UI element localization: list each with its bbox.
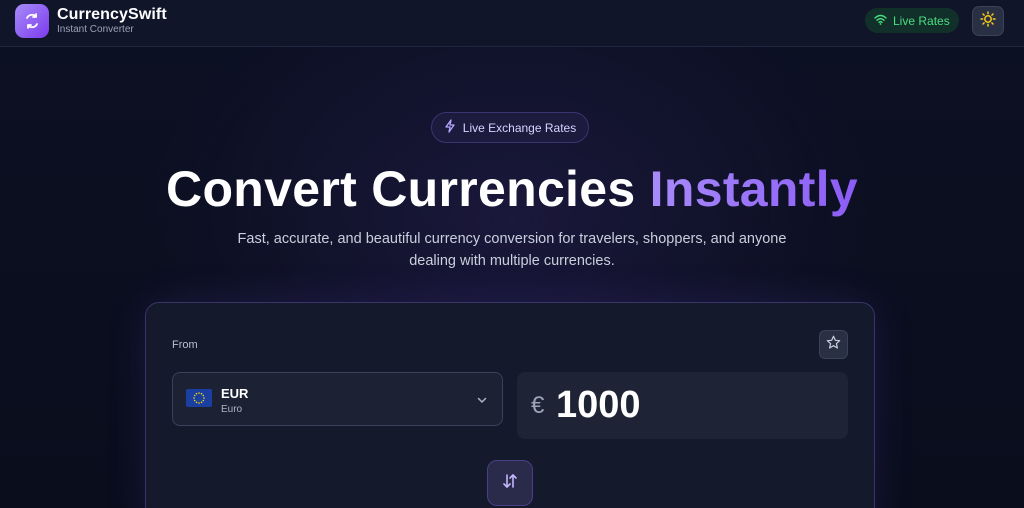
live-rates-indicator[interactable]: Live Rates	[865, 8, 959, 33]
currency-symbol: €	[531, 392, 545, 419]
page-headline: Convert Currencies Instantly	[0, 160, 1024, 218]
wifi-icon	[874, 14, 887, 28]
swap-currencies-button[interactable]	[487, 460, 533, 506]
amount-input[interactable]: € 1000	[517, 372, 848, 439]
lightning-icon	[444, 119, 456, 136]
amount-value[interactable]: 1000	[556, 384, 641, 427]
from-currency-select[interactable]: EUR Euro	[172, 372, 503, 426]
swap-vertical-icon	[501, 472, 519, 495]
brand-name[interactable]: CurrencySwift	[57, 6, 167, 24]
live-rates-label: Live Rates	[893, 13, 950, 28]
headline-main: Convert Currencies	[166, 161, 650, 217]
sun-icon	[980, 10, 996, 32]
eu-flag-icon	[186, 389, 212, 407]
from-label: From	[172, 339, 198, 351]
from-currency-name: Euro	[221, 404, 243, 415]
converter-card: From EUR Euro € 1000	[145, 302, 875, 508]
theme-toggle-button[interactable]	[972, 6, 1004, 36]
badge-label: Live Exchange Rates	[462, 120, 577, 135]
hero-subtitle: Fast, accurate, and beautiful currency c…	[237, 231, 787, 269]
star-icon	[826, 335, 841, 355]
chevron-down-icon	[476, 393, 488, 411]
top-navigation-bar: CurrencySwift Instant Converter Live Rat…	[0, 0, 1024, 47]
currency-exchange-icon[interactable]	[15, 4, 49, 38]
brand-subtitle: Instant Converter	[57, 24, 134, 35]
headline-accent: Instantly	[649, 161, 858, 217]
from-currency-code: EUR	[221, 386, 249, 401]
live-exchange-rates-badge: Live Exchange Rates	[431, 112, 589, 143]
favorite-button[interactable]	[819, 330, 848, 359]
